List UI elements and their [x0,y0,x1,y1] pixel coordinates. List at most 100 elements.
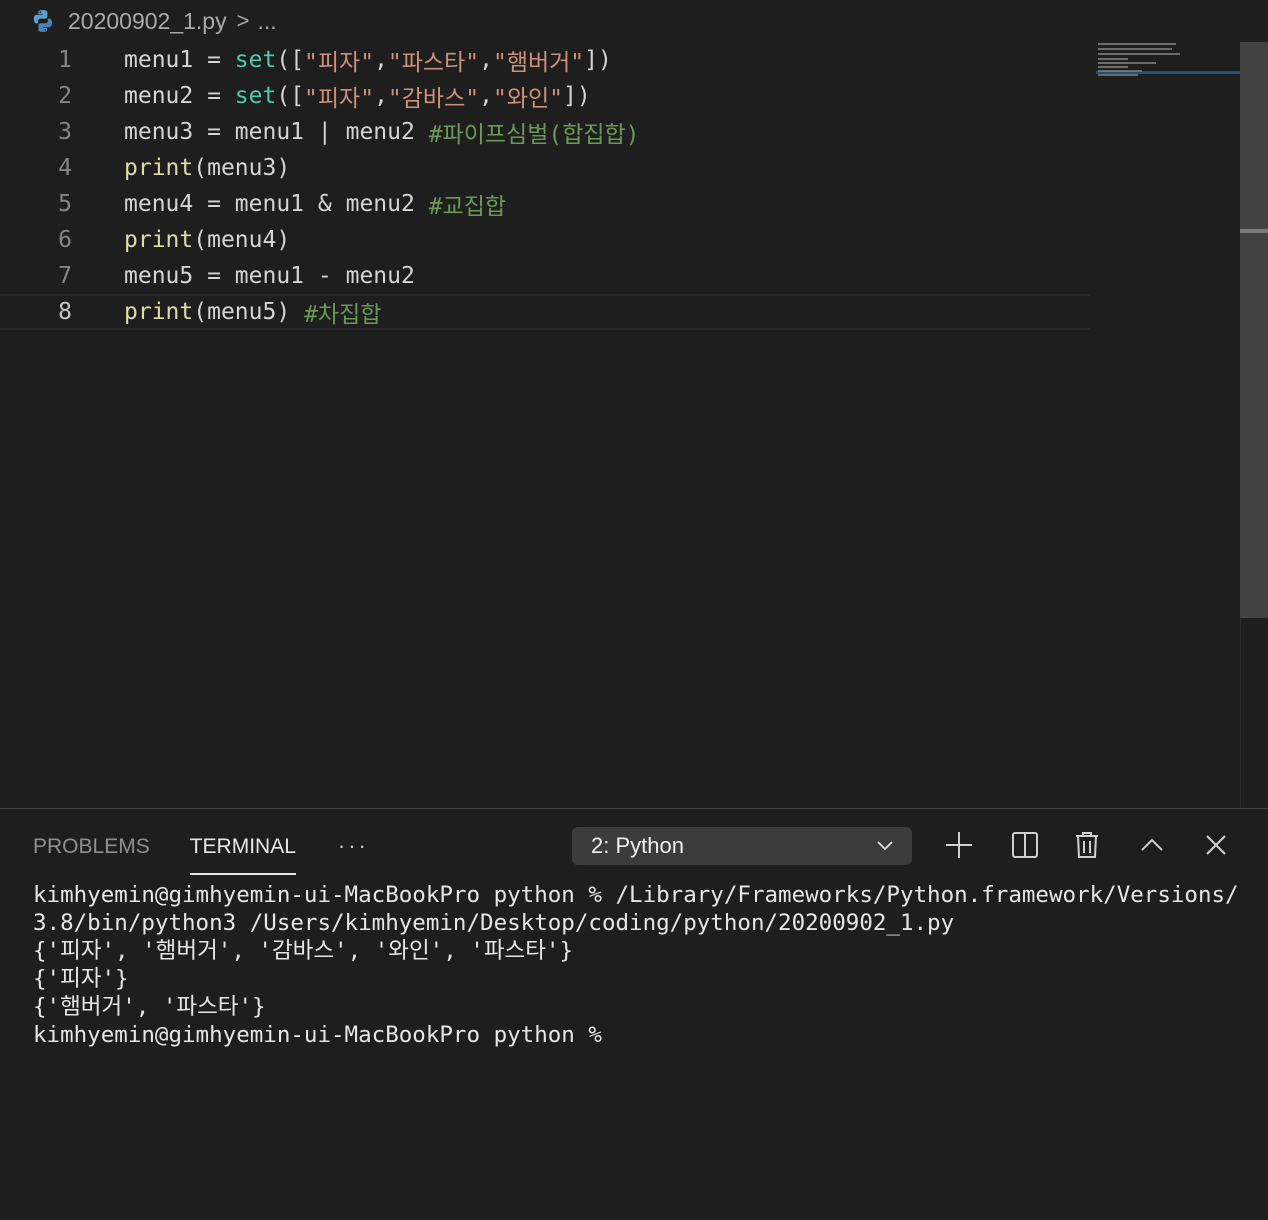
code-token: set [234,83,277,109]
more-actions-icon[interactable]: ··· [338,827,369,859]
python-file-icon [33,10,52,32]
bottom-panel: PROBLEMS TERMINAL ··· 2: Python kimhyemi… [0,808,1268,1220]
breadcrumb: 20200902_1.py > ... [30,4,277,38]
editor-scrollbar-thumb[interactable] [1240,42,1268,618]
code-token: = [193,83,235,109]
code-line[interactable]: 3 menu3 = menu1 | menu2 #파이프심벌(합집합) [0,114,1090,150]
breadcrumb-symbols[interactable]: ... [257,8,276,35]
split-icon [1012,832,1038,858]
line-number: 1 [58,47,72,73]
code-token: ) [276,155,291,181]
split-terminal-button[interactable] [1007,827,1043,863]
chevron-down-icon [877,841,893,851]
code-token: menu1 [234,263,305,289]
code-token: , [479,83,493,109]
code-token: ([ [276,47,305,73]
terminal-selector-value: 2: Python [591,833,684,858]
code-line[interactable]: 7 menu5 = menu1 - menu2 [0,258,1090,294]
code-token: , [479,47,493,73]
kill-terminal-button[interactable] [1069,827,1105,863]
line-number: 8 [58,299,72,325]
plus-icon [946,832,972,858]
code-token: = [193,47,235,73]
code-token: menu2 [345,119,415,145]
code-token: , [374,83,388,109]
code-line[interactable]: 8 print(menu5) #차집합 [0,294,1090,330]
terminal-line: kimhyemin@gimhyemin-ui-MacBookPro python… [33,882,1239,936]
code-token: print [124,299,194,325]
breadcrumb-file[interactable]: 20200902_1.py [68,8,227,35]
terminal-selector[interactable]: 2: Python [572,827,912,865]
code-token: #교집합 [428,194,507,220]
breadcrumb-separator: > [236,8,250,33]
code-line[interactable]: 6 print(menu4) [0,222,1090,258]
code-token: - [304,263,346,289]
terminal-line: {'피자', '햄버거', '감바스', '와인', '파스타'} [33,938,574,964]
tab-problems[interactable]: PROBLEMS [33,827,150,873]
tab-terminal[interactable]: TERMINAL [189,827,296,875]
code-token: ) [276,299,291,325]
code-token: #차집합 [304,302,382,328]
code-token: menu5 [207,299,277,325]
code-token: menu2 [345,191,415,217]
code-token: menu5 [124,263,194,289]
line-number: 6 [58,227,72,253]
code-token: menu3 [124,119,194,145]
code-token: & [304,191,346,217]
code-token: print [124,155,194,181]
code-token: , [374,47,388,73]
code-token: menu4 [124,191,194,217]
code-token: ( [193,155,208,181]
code-token: print [124,227,194,253]
code-token: #파이프심벌(합집합) [428,122,640,148]
code-editor[interactable]: 1 menu1 = set(["피자", "파스타", "햄버거"]) 2 menu2 =… [0,40,1240,808]
code-token: "파스타" [387,50,480,76]
vscode-window: 20200902_1.py > ... 1 menu1 = set(["피자", "… [0,0,1268,1220]
terminal-line: kimhyemin@gimhyemin-ui-MacBookPro python… [33,1022,616,1048]
code-token: menu4 [207,227,277,253]
code-token: menu3 [207,155,277,181]
code-token: menu1 [234,191,305,217]
line-number: 5 [58,191,72,217]
code-token: "피자" [304,86,375,112]
code-token: = [193,191,235,217]
code-token: menu1 [234,119,305,145]
code-token: ]) [562,83,591,109]
code-token: set [234,47,277,73]
new-terminal-button[interactable] [941,827,977,863]
scrollbar-cursor-marker [1240,229,1268,233]
code-token: ( [193,227,208,253]
code-token: "피자" [304,50,375,76]
code-token: "와인" [492,86,563,112]
code-token: "감바스" [387,86,480,112]
code-token: ) [276,227,291,253]
minimap[interactable] [1096,42,1240,82]
code-line[interactable]: 2 menu2 = set(["피자", "감바스", "와인"]) [0,78,1090,114]
code-line[interactable]: 4 print(menu3) [0,150,1090,186]
terminal-output[interactable]: kimhyemin@gimhyemin-ui-MacBookPro python… [33,881,1243,1049]
maximize-panel-button[interactable] [1134,827,1170,863]
code-token: = [193,119,235,145]
terminal-line: {'피자'} [33,966,129,992]
close-panel-button[interactable] [1198,827,1234,863]
line-number: 2 [58,83,72,109]
trash-icon [1076,832,1098,858]
close-icon [1206,835,1226,855]
panel-tabs: PROBLEMS TERMINAL ··· [33,827,369,877]
line-number: 4 [58,155,72,181]
terminal-line: {'햄버거', '파스타'} [33,994,266,1020]
code-token: ]) [584,47,612,73]
code-line[interactable]: 5 menu4 = menu1 & menu2 #교집합 [0,186,1090,222]
code-line[interactable]: 1 menu1 = set(["피자", "파스타", "햄버거"]) [0,42,1090,78]
code-token: ([ [276,83,305,109]
line-number: 3 [58,119,72,145]
code-token: | [304,119,346,145]
code-token: = [193,263,235,289]
code-token: menu2 [345,263,415,289]
code-token: menu2 [124,83,194,109]
line-number: 7 [58,263,72,289]
code-token: ( [193,299,208,325]
